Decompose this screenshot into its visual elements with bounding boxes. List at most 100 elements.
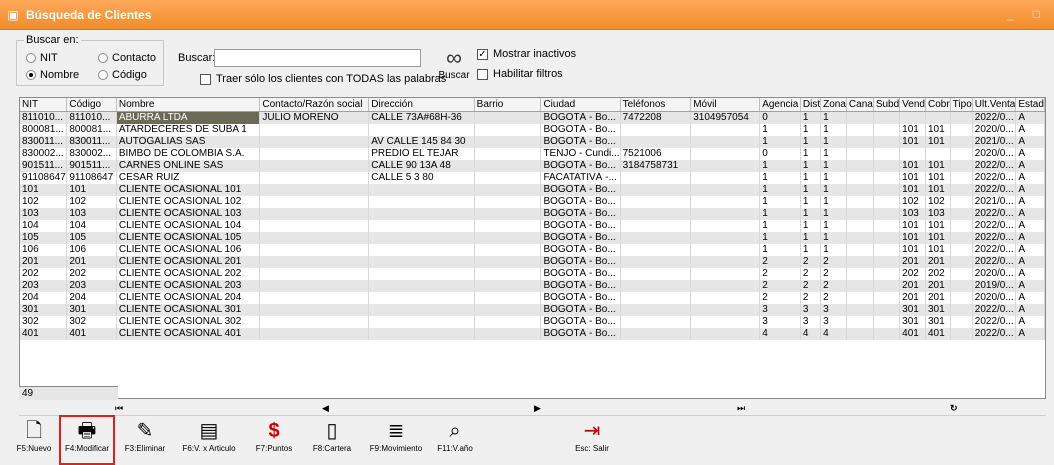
table-cell[interactable] — [950, 219, 973, 232]
table-cell[interactable] — [846, 147, 874, 160]
table-cell[interactable] — [899, 111, 926, 124]
table-cell[interactable] — [474, 279, 542, 292]
table-cell[interactable]: 3 — [800, 315, 822, 328]
table-cell[interactable]: 1 — [820, 183, 847, 196]
table-cell[interactable] — [474, 111, 542, 124]
table-cell[interactable]: CLIENTE OCASIONAL 105 — [116, 231, 261, 244]
table-cell[interactable]: 1 — [820, 123, 847, 136]
table-cell[interactable] — [950, 147, 973, 160]
table-cell[interactable]: CLIENTE OCASIONAL 201 — [116, 255, 261, 268]
table-cell[interactable]: BIMBO DE COLOMBIA S.A. — [116, 147, 261, 160]
table-cell[interactable] — [873, 159, 901, 172]
table-cell[interactable] — [950, 111, 973, 124]
table-cell[interactable]: A — [1015, 135, 1045, 148]
table-cell[interactable] — [950, 123, 973, 136]
column-header[interactable]: Tipo — [950, 98, 973, 112]
exit-button[interactable]: ⇥ Esc: Salir — [570, 418, 614, 462]
table-cell[interactable]: CLIENTE OCASIONAL 203 — [116, 279, 261, 292]
table-cell[interactable]: 2019/0... — [972, 279, 1017, 292]
table-row[interactable]: 201 201 CLIENTE OCASIONAL 201 BOGOTÁ - Bo..… — [20, 255, 1045, 268]
table-cell[interactable]: 302 — [20, 315, 68, 328]
table-cell[interactable] — [474, 135, 542, 148]
table-cell[interactable] — [259, 123, 370, 136]
table-cell[interactable] — [873, 303, 901, 316]
portfolio-button[interactable]: ▯ F8:Cartera — [308, 418, 356, 462]
table-cell[interactable]: 103 — [925, 207, 951, 220]
table-cell[interactable] — [259, 183, 370, 196]
table-cell[interactable]: 301 — [925, 315, 951, 328]
table-cell[interactable] — [368, 123, 475, 136]
table-cell[interactable]: 2022/0... — [972, 111, 1017, 124]
table-row[interactable]: 800081... 800081... ATARDECERES DE SUBA 1B… — [20, 123, 1045, 136]
table-cell[interactable] — [873, 135, 901, 148]
table-cell[interactable] — [368, 327, 475, 340]
table-cell[interactable] — [690, 219, 761, 232]
table-cell[interactable]: 103 — [66, 207, 117, 220]
table-cell[interactable] — [950, 135, 973, 148]
table-cell[interactable]: 830002... — [66, 147, 117, 160]
table-cell[interactable]: 101 — [20, 183, 68, 196]
table-cell[interactable] — [259, 243, 370, 256]
table-cell[interactable]: CESAR RUIZ — [116, 171, 261, 184]
table-cell[interactable]: 202 — [899, 267, 926, 280]
table-cell[interactable] — [259, 315, 370, 328]
table-cell[interactable]: PREDIO EL TEJAR — [368, 147, 475, 160]
table-cell[interactable] — [620, 231, 692, 244]
table-cell[interactable] — [259, 231, 370, 244]
table-cell[interactable] — [259, 327, 370, 340]
column-header[interactable]: Nombre — [116, 98, 261, 112]
table-cell[interactable] — [873, 279, 901, 292]
table-cell[interactable]: 1 — [800, 183, 822, 196]
table-cell[interactable] — [474, 183, 542, 196]
table-cell[interactable] — [950, 183, 973, 196]
table-cell[interactable]: 3 — [759, 315, 801, 328]
table-cell[interactable]: 2 — [820, 291, 847, 304]
table-cell[interactable]: 1 — [800, 231, 822, 244]
table-cell[interactable]: CLIENTE OCASIONAL 301 — [116, 303, 261, 316]
table-cell[interactable] — [925, 111, 951, 124]
table-cell[interactable]: 2022/0... — [972, 171, 1017, 184]
table-cell[interactable] — [873, 111, 901, 124]
refresh-icon[interactable]: ↻ — [950, 403, 958, 414]
table-cell[interactable]: 1 — [759, 195, 801, 208]
table-cell[interactable]: 301 — [899, 315, 926, 328]
table-cell[interactable] — [368, 183, 475, 196]
table-cell[interactable]: 1 — [820, 231, 847, 244]
table-cell[interactable] — [620, 291, 692, 304]
table-cell[interactable]: 2022/0... — [972, 327, 1017, 340]
show-inactive-checkbox[interactable]: ✓ Mostrar inactivos — [477, 48, 576, 60]
table-cell[interactable] — [259, 291, 370, 304]
table-cell[interactable]: 1 — [759, 219, 801, 232]
table-cell[interactable]: 830002... — [20, 147, 68, 160]
table-cell[interactable]: A — [1015, 171, 1045, 184]
table-cell[interactable] — [950, 291, 973, 304]
table-cell[interactable]: 1 — [800, 171, 822, 184]
table-cell[interactable]: ABURRA LTDA — [116, 111, 261, 124]
table-cell[interactable] — [620, 267, 692, 280]
table-cell[interactable] — [259, 195, 370, 208]
column-header[interactable]: Dist — [800, 98, 822, 112]
column-header[interactable]: Zona — [820, 98, 847, 112]
table-cell[interactable] — [950, 279, 973, 292]
table-cell[interactable]: 2 — [800, 279, 822, 292]
table-cell[interactable]: CALLE 90 13A 48 — [368, 159, 475, 172]
table-cell[interactable]: 800081... — [20, 123, 68, 136]
table-cell[interactable]: CLIENTE OCASIONAL 401 — [116, 327, 261, 340]
table-cell[interactable]: A — [1015, 195, 1045, 208]
table-cell[interactable] — [259, 303, 370, 316]
table-cell[interactable] — [368, 255, 475, 268]
table-cell[interactable] — [259, 207, 370, 220]
column-header[interactable]: Código — [66, 98, 117, 112]
search-button[interactable]: ∞ Buscar — [432, 46, 476, 88]
table-cell[interactable]: CLIENTE OCASIONAL 204 — [116, 291, 261, 304]
table-cell[interactable] — [474, 231, 542, 244]
table-cell[interactable]: 2 — [800, 267, 822, 280]
table-cell[interactable] — [474, 207, 542, 220]
table-cell[interactable] — [259, 255, 370, 268]
table-cell[interactable]: 102 — [899, 195, 926, 208]
table-cell[interactable]: 2 — [820, 279, 847, 292]
table-cell[interactable]: 3184758731 — [620, 159, 692, 172]
table-row[interactable]: 106 106 CLIENTE OCASIONAL 106 BOGOTÁ - Bo..… — [20, 243, 1045, 256]
column-header[interactable]: Estad — [1015, 98, 1045, 112]
table-cell[interactable]: 101 — [899, 183, 926, 196]
